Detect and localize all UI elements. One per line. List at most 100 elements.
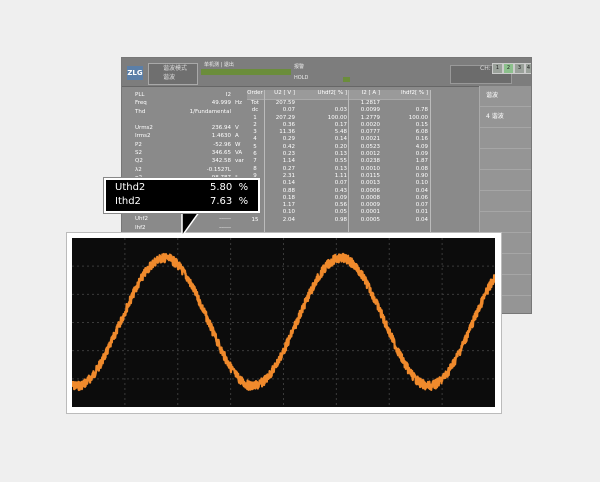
table-cell: 100.00 <box>327 114 347 121</box>
measurement-label: Thd <box>135 108 146 115</box>
measurement-label: S2 <box>135 150 142 157</box>
measurement-label: Irms2 <box>135 133 151 140</box>
measurement-unit: var <box>235 158 244 165</box>
table-cell: 0.0021 <box>360 136 380 143</box>
side-menu-item[interactable] <box>480 212 531 233</box>
table-cell: 0.0005 <box>360 216 380 223</box>
table-cell: 0.08 <box>415 165 428 172</box>
channel-button-2[interactable]: 2 <box>503 63 514 74</box>
table-row: 4 0.29 0.14 0.0021 0.16 <box>247 136 430 143</box>
table-cell: 4.09 <box>415 143 428 150</box>
ithd-label: Ithd2 <box>115 196 141 207</box>
table-row: dc 0.07 0.03 0.0099 0.78 <box>247 107 430 114</box>
mode-line-1: 谐波模式 <box>163 65 188 72</box>
ithd-value: 7.63 % <box>210 196 248 207</box>
side-menu-item[interactable]: 4 谐波 <box>480 107 531 128</box>
measurement-row <box>129 116 247 124</box>
table-row: 7 1.14 0.55 0.0238 1.87 <box>247 158 430 165</box>
measurement-row: Irms2 1.4630 A <box>129 132 247 140</box>
table-cell: 0.13 <box>334 165 347 172</box>
table-header: Order U2 [ V ] Uhdf2[ % ] I2 [ A ] Ihdf2… <box>247 90 430 100</box>
table-row: 131.170.560.00090.07 <box>247 202 430 209</box>
side-menu-item[interactable] <box>480 128 531 149</box>
side-menu-item[interactable]: 谐波 <box>480 86 531 107</box>
table-cell: 1.87 <box>415 158 428 165</box>
table-cell: 11.36 <box>279 129 295 136</box>
thd-callout: Uthd2 5.80 % Ithd2 7.63 % <box>104 178 260 213</box>
table-row: Tot 207.59 1.2817 <box>247 100 430 107</box>
measurement-row: P2 -52.96 W <box>129 141 247 149</box>
harmonic-table: Order U2 [ V ] Uhdf2[ % ] I2 [ A ] Ihdf2… <box>247 90 430 224</box>
measurement-value: -52.96 <box>213 141 231 148</box>
table-cell: 0.0012 <box>360 151 380 158</box>
table-row: 8 0.27 0.13 0.0010 0.08 <box>247 166 430 173</box>
table-cell: 0.01 <box>415 209 428 216</box>
table-cell: 0.0013 <box>360 180 380 187</box>
measurement-row: Freq 49.999 Hz <box>129 99 247 107</box>
measurement-unit: W <box>235 141 241 148</box>
table-cell: 0.0523 <box>360 143 380 150</box>
table-cell: 1 <box>253 114 257 121</box>
measurement-unit: Hz <box>235 100 243 107</box>
table-cell: 0.56 <box>334 202 347 209</box>
table-cell: 0.04 <box>415 187 428 194</box>
table-cell: 0.10 <box>415 180 428 187</box>
table-cell: 207.59 <box>275 100 295 106</box>
channel-button-1[interactable]: 1 <box>492 63 503 74</box>
table-cell: 100.00 <box>408 114 428 121</box>
table-cell: 0.36 <box>282 121 295 128</box>
table-cell: 0.29 <box>282 136 295 143</box>
uthd-unit: % <box>238 182 249 193</box>
channel-button-3[interactable]: 3 <box>514 63 525 74</box>
table-cell: 0.09 <box>334 194 347 201</box>
status-led-2 <box>343 77 350 82</box>
table-cell: 5 <box>253 143 257 150</box>
table-cell: 0.03 <box>334 107 347 114</box>
table-row: 3 11.36 5.48 0.0777 6.08 <box>247 129 430 136</box>
table-cell: 0.04 <box>415 216 428 223</box>
measurement-row: λ2 -0.1527L <box>129 166 247 174</box>
measurement-label: Ihf2 <box>135 224 146 231</box>
table-cell: 0.0009 <box>360 202 380 209</box>
measurement-value: 49.999 <box>211 100 231 107</box>
status-leds <box>201 69 291 75</box>
table-cell: 0.0006 <box>360 187 380 194</box>
mode-line-2: 谐波 <box>163 74 176 81</box>
side-menu-item[interactable] <box>480 170 531 191</box>
table-cell: 0.0010 <box>360 165 380 172</box>
measurement-label: Freq <box>135 100 147 107</box>
table-cell: 3 <box>253 129 257 136</box>
table-cell: 0.88 <box>282 187 295 194</box>
table-cell: 0.18 <box>282 194 295 201</box>
table-cell: 4 <box>253 136 257 143</box>
measurement-label: P2 <box>135 141 142 148</box>
table-cell: dc <box>251 107 259 114</box>
table-cell: 7 <box>253 158 257 165</box>
table-row: 5 0.42 0.20 0.0523 4.09 <box>247 144 430 151</box>
table-cell: 0.0777 <box>360 129 380 136</box>
table-cell: 15 <box>251 216 259 223</box>
table-cell: 0.27 <box>282 165 295 172</box>
measurement-row: Urms2 236.94 V <box>129 124 247 132</box>
table-cell: 0.15 <box>415 121 428 128</box>
table-cell: 0.98 <box>334 216 347 223</box>
channel-button-4[interactable]: 4 <box>525 63 531 74</box>
measurement-value: 1.4630 <box>211 133 231 140</box>
table-row: 2 0.36 0.17 0.0020 0.15 <box>247 122 430 129</box>
table-cell: 0.13 <box>334 151 347 158</box>
side-menu-item[interactable] <box>480 191 531 212</box>
table-cell: 0.10 <box>282 209 295 216</box>
measurement-value: 236.94 <box>211 125 231 132</box>
mode-indicator[interactable]: 谐波模式 谐波 <box>148 63 198 85</box>
table-cell: 1.2779 <box>360 114 380 121</box>
top-toolbar: ZLG 谐波模式 谐波 单机测 | 退出 报警 HOLD CH: 1 2 3 4 <box>122 58 531 87</box>
waveform-plot <box>70 238 497 407</box>
table-cell: 2.31 <box>282 172 295 179</box>
header-order: Order <box>247 90 263 96</box>
measurement-label: Urms2 <box>135 125 153 132</box>
table-row: 120.180.090.00080.06 <box>247 195 430 202</box>
uthd-label: Uthd2 <box>115 182 146 193</box>
table-cell: 0.0001 <box>360 209 380 216</box>
table-cell: 0.55 <box>334 158 347 165</box>
side-menu-item[interactable] <box>480 149 531 170</box>
